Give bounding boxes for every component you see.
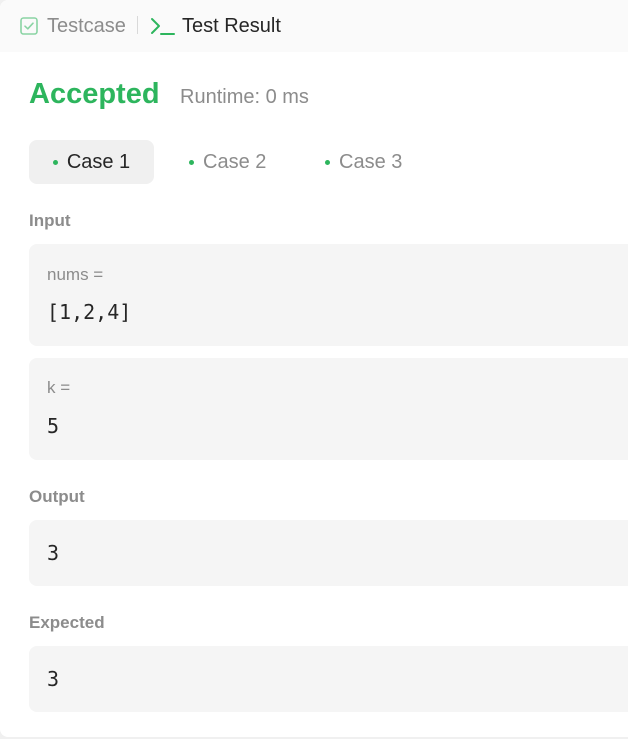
case-status-dot — [189, 159, 194, 165]
output-box: 3 — [29, 520, 628, 586]
case-tab-label: Case 3 — [339, 150, 403, 173]
panel-tab-bar: Testcase Test Result — [0, 0, 628, 52]
input-param-box: nums = [1,2,4] — [29, 244, 628, 346]
case-tab-label: Case 2 — [203, 150, 267, 173]
runtime-text: Runtime: 0 ms — [180, 86, 309, 108]
case-tab-2[interactable]: Case 2 — [183, 140, 272, 184]
result-status: Accepted — [29, 78, 160, 110]
test-result-panel: Testcase Test Result Accepted Runtime: 0… — [0, 0, 628, 737]
expected-value: 3 — [47, 667, 60, 691]
tab-test-result[interactable]: Test Result — [150, 0, 281, 52]
case-status-dot — [52, 159, 58, 165]
case-status-dot — [325, 159, 330, 165]
check-square-icon — [19, 16, 39, 36]
tab-testcase[interactable]: Testcase — [19, 0, 126, 52]
expected-label: Expected — [29, 613, 105, 632]
param-name: nums = — [47, 265, 104, 284]
tab-divider — [137, 16, 138, 34]
tab-testcase-label: Testcase — [47, 14, 126, 37]
case-tab-1[interactable]: Case 1 — [29, 140, 154, 184]
tab-test-result-label: Test Result — [182, 14, 281, 37]
terminal-icon — [150, 15, 176, 37]
expected-box: 3 — [29, 646, 628, 712]
output-label: Output — [29, 487, 85, 506]
param-value: 5 — [47, 414, 60, 438]
case-tab-label: Case 1 — [66, 150, 131, 173]
output-value: 3 — [47, 541, 60, 565]
param-value: [1,2,4] — [47, 300, 132, 324]
input-label: Input — [29, 211, 71, 230]
param-name: k = — [47, 378, 71, 397]
case-tab-3[interactable]: Case 3 — [319, 140, 408, 184]
input-param-box: k = 5 — [29, 358, 628, 460]
